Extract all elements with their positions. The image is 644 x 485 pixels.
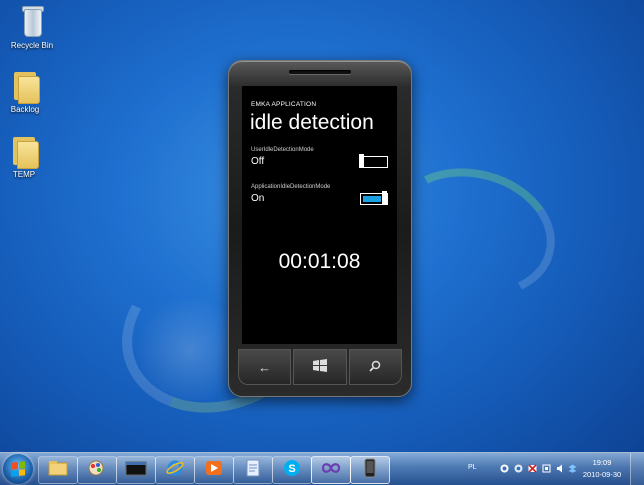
search-icon bbox=[369, 360, 381, 375]
folder-icon bbox=[9, 133, 39, 169]
clock-time: 19:09 bbox=[592, 458, 612, 467]
taskbar-console[interactable] bbox=[116, 456, 156, 484]
taskbar-paint[interactable] bbox=[77, 456, 117, 484]
back-button[interactable]: ← bbox=[238, 349, 292, 385]
usb-device-icon[interactable] bbox=[542, 464, 551, 473]
console-icon bbox=[125, 460, 147, 481]
toggle-fill bbox=[363, 196, 381, 202]
clock[interactable]: 19:09 2010-09-30 bbox=[580, 457, 624, 481]
phone-screen: EMKA APPLICATION idle detection UserIdle… bbox=[242, 86, 397, 344]
user-idle-label: UserIdleDetectionMode bbox=[251, 147, 314, 153]
taskbar-skype[interactable]: S bbox=[272, 456, 312, 484]
windows-logo-icon bbox=[11, 461, 25, 477]
desktop-icon-label: TEMP bbox=[12, 170, 36, 179]
clock-date: 2010-09-30 bbox=[582, 470, 622, 479]
folder-icon bbox=[10, 68, 40, 104]
start-orb[interactable] bbox=[3, 454, 33, 484]
desktop-icon-backlog[interactable]: Backlog bbox=[0, 68, 57, 114]
taskbar: S PL 19:09 2010-09-30 bbox=[0, 452, 644, 485]
desktop-icon-label: Backlog bbox=[10, 105, 40, 114]
toggle-thumb bbox=[382, 191, 387, 205]
visual-studio-icon bbox=[320, 461, 342, 480]
search-button[interactable] bbox=[348, 349, 402, 385]
desktop-icon-temp[interactable]: TEMP bbox=[0, 133, 56, 179]
taskbar-phone-emulator[interactable] bbox=[350, 456, 390, 484]
desktop-icon-label: Recycle Bin bbox=[10, 41, 54, 50]
taskbar-media-player[interactable] bbox=[194, 456, 234, 484]
explorer-folder-icon bbox=[48, 460, 68, 481]
volume-icon[interactable] bbox=[556, 464, 565, 473]
app-title: EMKA APPLICATION bbox=[251, 101, 317, 108]
toggle-thumb bbox=[359, 154, 364, 168]
media-player-icon bbox=[204, 459, 224, 482]
taskbar-document[interactable] bbox=[233, 456, 273, 484]
document-icon bbox=[244, 458, 262, 483]
dropbox-icon[interactable] bbox=[568, 464, 577, 473]
user-idle-value: Off bbox=[251, 156, 265, 167]
svg-text:S: S bbox=[288, 463, 295, 475]
taskbar-visual-studio[interactable] bbox=[311, 456, 351, 484]
phone-speaker bbox=[289, 70, 351, 74]
idle-timer: 00:01:08 bbox=[278, 250, 361, 273]
application-idle-toggle[interactable] bbox=[360, 191, 388, 205]
back-arrow-icon: ← bbox=[258, 359, 272, 375]
user-idle-toggle[interactable] bbox=[359, 154, 388, 168]
network-icon[interactable] bbox=[500, 464, 509, 473]
recycle-bin-icon bbox=[17, 4, 47, 38]
skype-icon: S bbox=[282, 458, 302, 483]
application-idle-label: ApplicationIdleDetectionMode bbox=[251, 184, 331, 190]
phone-hardware-buttons: ← bbox=[237, 349, 403, 385]
language-indicator[interactable]: PL bbox=[468, 464, 477, 471]
start-button[interactable] bbox=[293, 349, 347, 385]
phone-emulator-icon bbox=[363, 458, 377, 483]
application-idle-value: On bbox=[251, 193, 265, 204]
paint-icon bbox=[87, 459, 107, 482]
action-center-icon[interactable] bbox=[528, 464, 537, 473]
desktop-icon-recycle-bin[interactable]: Recycle Bin bbox=[0, 4, 64, 50]
internet-explorer-icon bbox=[165, 458, 185, 483]
windows-flag-icon bbox=[312, 359, 327, 375]
taskbar-internet-explorer[interactable] bbox=[155, 456, 195, 484]
taskbar-explorer[interactable] bbox=[38, 456, 78, 484]
page-title: idle detection bbox=[250, 111, 374, 134]
security-icon[interactable] bbox=[514, 464, 523, 473]
show-desktop-button[interactable] bbox=[630, 453, 644, 485]
phone-emulator: EMKA APPLICATION idle detection UserIdle… bbox=[228, 60, 412, 397]
